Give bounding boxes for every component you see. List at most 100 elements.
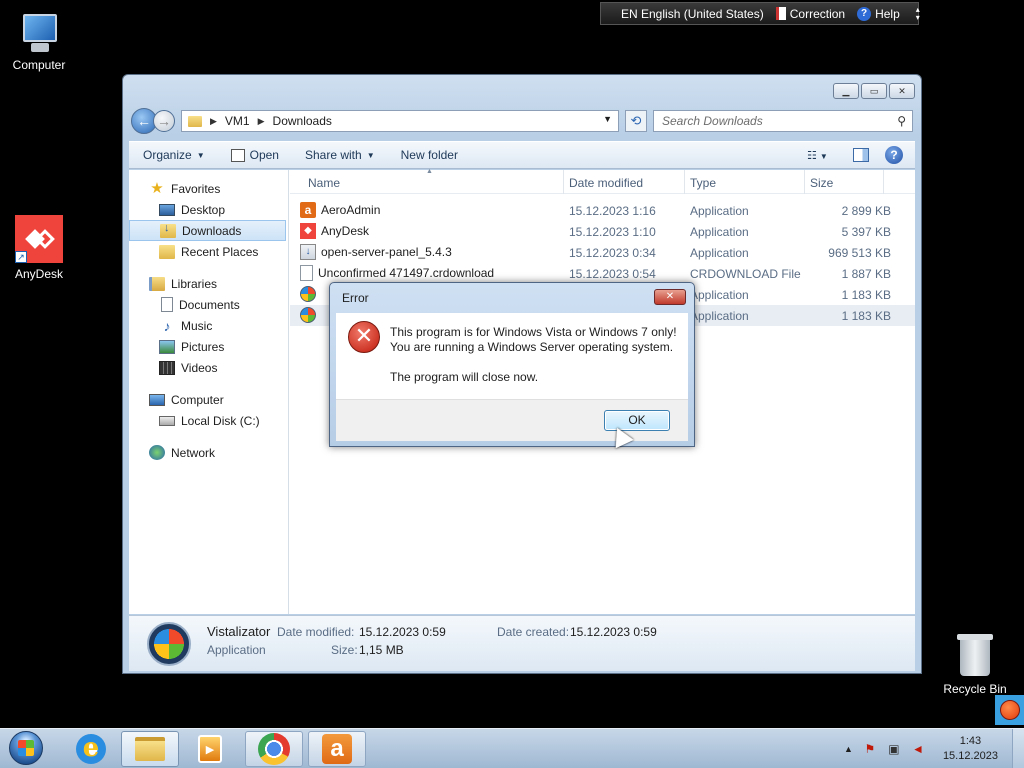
dialog-body: ✕ This program is for Windows Vista or W… (336, 313, 688, 399)
taskbar: e ▶ a ▲ ⚑ ▣ ◄ 1:43 15.12.2023 (0, 728, 1024, 768)
language-bar-options-icon[interactable]: ▴ ▾ (916, 5, 920, 22)
nav-music[interactable]: ♪ Music (129, 315, 288, 336)
minimize-button[interactable]: ▁ (833, 83, 859, 99)
taskbar-internet-explorer[interactable]: e (62, 731, 120, 767)
aeroadmin-icon: a (300, 202, 316, 218)
documents-icon (161, 297, 173, 312)
change-view-button[interactable]: ☷ ▼ (807, 149, 837, 162)
chrome-icon (258, 733, 290, 765)
correction-button[interactable]: Correction (775, 7, 845, 21)
share-with-button[interactable]: Share with ▼ (305, 148, 375, 162)
open-button[interactable]: Open (230, 148, 279, 162)
maximize-button[interactable]: ▭ (861, 83, 887, 99)
recent-places-icon (159, 244, 175, 259)
details-date-created: 15.12.2023 0:59 (570, 625, 657, 639)
show-hidden-icons-icon[interactable]: ▲ (844, 744, 853, 754)
new-folder-button[interactable]: New folder (401, 148, 458, 162)
refresh-button[interactable]: ⟲ (625, 110, 647, 132)
error-icon: ✕ (348, 321, 380, 353)
breadcrumb-vm1[interactable]: VM1 (225, 114, 250, 128)
taskbar-aeroadmin[interactable]: a (308, 731, 366, 767)
column-header-date-modified[interactable]: Date modified (569, 176, 643, 190)
language-selector[interactable]: EN English (United States) (621, 7, 764, 21)
nav-pictures[interactable]: Pictures (129, 336, 288, 357)
desktop-icon-anydesk[interactable]: ↗ AnyDesk (0, 215, 78, 281)
nav-libraries[interactable]: Libraries (129, 273, 288, 294)
organize-button[interactable]: Organize ▼ (143, 148, 205, 162)
open-icon (230, 148, 245, 162)
anydesk-icon: ◆ (300, 223, 316, 239)
address-bar[interactable]: ▶ VM1 ▶ Downloads ▼ (181, 110, 619, 132)
music-icon: ♪ (163, 317, 171, 334)
volume-muted-icon[interactable]: ◄ (911, 742, 925, 756)
aeroadmin-icon: a (322, 734, 352, 764)
details-file-name: Vistalizator (207, 624, 271, 639)
navigation-bar: ← → ▶ VM1 ▶ Downloads ▼ ⟲ Search Downloa… (131, 107, 913, 135)
nav-recent-places[interactable]: Recent Places (129, 241, 288, 262)
start-button[interactable] (4, 731, 48, 767)
help-icon: ? (857, 6, 872, 21)
taskbar-windows-explorer[interactable] (121, 731, 179, 767)
show-desktop-button[interactable] (1012, 729, 1024, 768)
file-row-unconfirmed-download[interactable]: Unconfirmed 471497.crdownload 15.12.2023… (290, 263, 915, 284)
screen-recorder-icon[interactable] (995, 695, 1024, 725)
installer-icon: ↓ (300, 244, 316, 260)
breadcrumb-downloads[interactable]: Downloads (273, 114, 332, 128)
address-dropdown-icon[interactable]: ▼ (603, 114, 612, 124)
details-size-label: Size: (331, 643, 358, 657)
breadcrumb-separator-icon[interactable]: ▶ (258, 116, 265, 127)
nav-computer[interactable]: Computer (129, 389, 288, 410)
dialog-message-line-3: The program will close now. (390, 370, 539, 384)
nav-local-disk[interactable]: Local Disk (C:) (129, 410, 288, 431)
nav-network[interactable]: Network (129, 442, 288, 463)
downloads-icon (160, 222, 176, 238)
command-bar: Organize ▼ Open Share with ▼ New folder ☷ … (129, 141, 915, 169)
system-tray: ▲ ⚑ ▣ ◄ 1:43 15.12.2023 (844, 729, 1024, 768)
file-row-open-server-panel[interactable]: ↓ open-server-panel_5.4.3 15.12.2023 0:34… (290, 242, 915, 263)
generic-file-icon (300, 265, 313, 281)
taskbar-chrome[interactable] (245, 731, 303, 767)
nav-favorites[interactable]: ★ Favorites (129, 178, 288, 199)
details-date-created-label: Date created: (497, 625, 570, 639)
help-button[interactable]: ? Help (857, 6, 900, 21)
column-header-size[interactable]: Size (810, 176, 833, 190)
desktop-icon-computer[interactable]: Computer (0, 10, 78, 72)
nav-documents[interactable]: Documents (129, 294, 288, 315)
taskbar-media-player[interactable]: ▶ (181, 731, 239, 767)
column-header-type[interactable]: Type (690, 176, 716, 190)
error-dialog: Error ✕ ✕ This program is for Windows Vi… (329, 282, 695, 447)
libraries-icon (149, 276, 165, 291)
close-button[interactable]: ✕ (889, 83, 915, 99)
search-input[interactable]: Search Downloads ⚲ (653, 110, 913, 132)
dialog-message-line-1: This program is for Windows Vista or Win… (390, 325, 677, 339)
vistalizator-icon (300, 286, 316, 302)
vistalizator-icon (300, 307, 316, 323)
details-file-type: Application (207, 643, 266, 657)
language-bar: EN English (United States) Correction ? H… (600, 2, 920, 25)
folder-icon (188, 115, 202, 127)
desktop-icon-recycle-bin[interactable]: Recycle Bin (936, 632, 1014, 696)
breadcrumb-separator-icon[interactable]: ▶ (210, 116, 217, 127)
dialog-title: Error (342, 291, 369, 305)
nav-desktop[interactable]: Desktop (129, 199, 288, 220)
help-icon[interactable]: ? (885, 146, 903, 164)
network-status-icon[interactable]: ▣ (887, 742, 901, 756)
search-icon[interactable]: ⚲ (897, 114, 906, 128)
dialog-close-button[interactable]: ✕ (654, 289, 686, 305)
anydesk-icon: ↗ (15, 215, 63, 263)
column-headers: Name ▲ Date modified Type Size (290, 168, 915, 194)
desktop-icon-label: AnyDesk (14, 267, 64, 281)
file-row-anydesk[interactable]: ◆ AnyDesk 15.12.2023 1:10 Application 5 3… (290, 221, 915, 242)
nav-videos[interactable]: Videos (129, 357, 288, 378)
preview-pane-icon[interactable] (853, 148, 869, 162)
forward-button[interactable]: → (153, 110, 175, 132)
details-date-modified: 15.12.2023 0:59 (359, 625, 446, 639)
details-pane: Vistalizator Application Date modified: … (129, 615, 915, 671)
nav-downloads[interactable]: Downloads (129, 220, 286, 241)
internet-explorer-icon: e (76, 734, 106, 764)
file-row-aeroadmin[interactable]: a AeroAdmin 15.12.2023 1:16 Application 2… (290, 200, 915, 221)
clock[interactable]: 1:43 15.12.2023 (943, 734, 998, 764)
chevron-down-icon: ▼ (366, 150, 375, 160)
column-header-name[interactable]: Name (308, 176, 340, 190)
action-center-icon[interactable]: ⚑ (863, 742, 877, 756)
